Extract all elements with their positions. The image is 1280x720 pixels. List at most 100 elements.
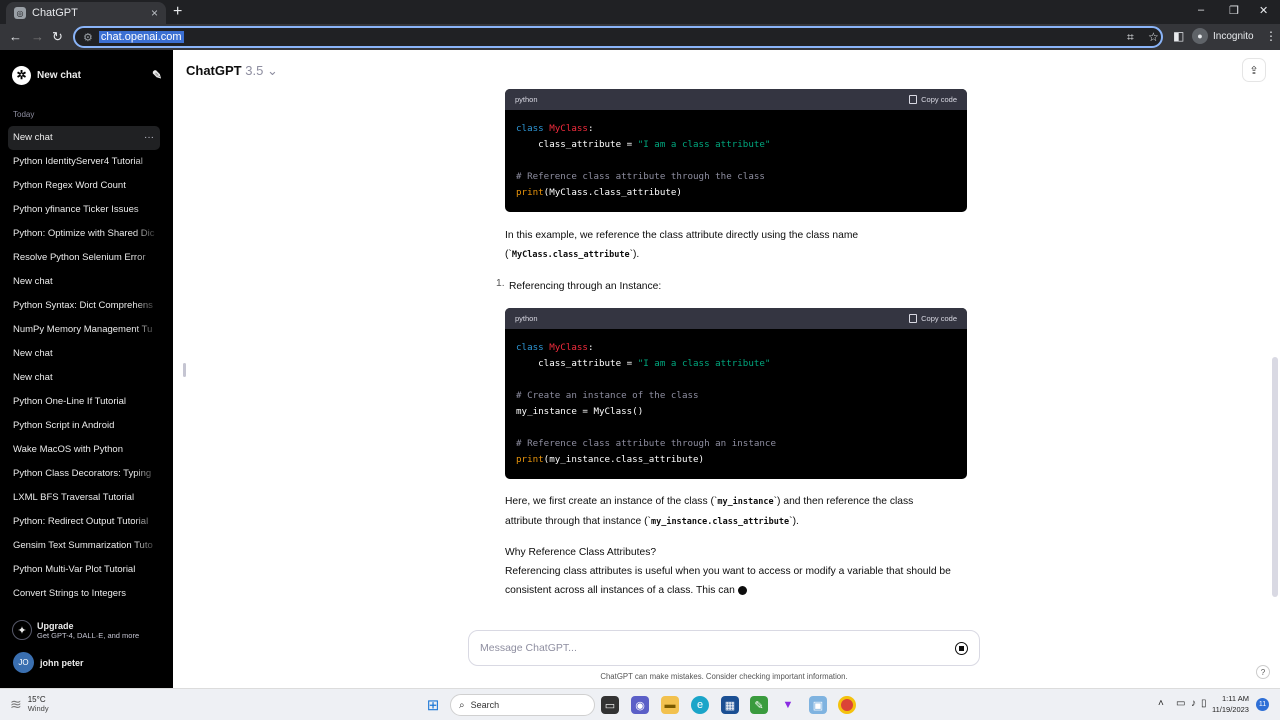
text-fade <box>134 462 160 486</box>
message-input[interactable]: Message ChatGPT... <box>468 630 980 666</box>
model-selector[interactable]: ChatGPT 3.5 ⌄ <box>186 63 278 79</box>
new-chat-button[interactable]: ✲ New chat ✎ <box>12 65 162 85</box>
chatgpt-favicon-icon: ◎ <box>14 7 26 19</box>
sidebar-chat-item[interactable]: Python Syntax: Dict Comprehens <box>8 294 160 318</box>
share-icon: ⇪ <box>1249 64 1259 77</box>
windows-start-icon[interactable]: ⊞ <box>424 696 442 714</box>
notification-badge[interactable]: 11 <box>1256 698 1269 711</box>
taskbar-search[interactable]: ⌕ Search <box>450 694 595 716</box>
weather-widget[interactable]: ≋ 15°C Windy <box>10 695 49 713</box>
sidebar-chat-item[interactable]: Python Script in Android <box>8 414 160 438</box>
photos-icon[interactable]: ▣ <box>809 696 827 714</box>
copy-icon <box>909 314 918 323</box>
code-language: python <box>515 314 538 323</box>
sidebar-chat-title: Python IdentityServer4 Tutorial <box>13 156 143 167</box>
back-icon[interactable]: ← <box>9 29 22 44</box>
battery-icon[interactable]: ▯ <box>1201 698 1207 709</box>
store-icon[interactable]: ▦ <box>721 696 739 714</box>
disclaimer: ChatGPT can make mistakes. Consider chec… <box>600 672 848 681</box>
bookmark-star-icon[interactable]: ☆ <box>1148 30 1159 44</box>
text-fade <box>134 318 160 342</box>
window-close-icon[interactable]: ✕ <box>1259 4 1268 17</box>
code-content: class MyClass: class_attribute = "I am a… <box>516 342 776 465</box>
today-heading: Today <box>13 110 35 119</box>
reload-icon[interactable]: ↻ <box>52 29 63 45</box>
system-clock[interactable]: 1:11 AM 11/19/2023 <box>1212 693 1249 715</box>
clock-date: 11/19/2023 <box>1212 705 1249 714</box>
minimize-icon[interactable]: – <box>1198 4 1204 16</box>
copy-code-button[interactable]: Copy code <box>909 314 957 323</box>
list-item: Referencing through an Instance: <box>509 281 662 292</box>
scrollbar[interactable] <box>1272 357 1278 597</box>
sidebar-chat-item[interactable]: New chat <box>8 342 160 366</box>
search-label: Search <box>470 700 500 710</box>
user-menu[interactable]: JO john peter <box>13 652 84 673</box>
share-button[interactable]: ⇪ <box>1242 58 1266 82</box>
text: `) and then reference the class <box>773 496 914 507</box>
side-panel-icon[interactable]: ◧ <box>1173 29 1184 43</box>
url-text[interactable]: chat.openai.com <box>98 31 184 43</box>
sidebar-chat-title: Python Regex Word Count <box>13 180 126 191</box>
qr-icon[interactable]: ⌗ <box>1127 30 1134 45</box>
sidebar-collapse-handle[interactable] <box>183 363 186 377</box>
file-explorer-icon[interactable]: ▬ <box>661 696 679 714</box>
stop-icon <box>959 645 964 651</box>
sidebar-chat-item[interactable]: Python Multi-Var Plot Tutorial <box>8 558 160 582</box>
task-view-icon[interactable]: ▭ <box>601 696 619 714</box>
browser-menu-icon[interactable]: ⋮ <box>1265 29 1277 43</box>
text-fade <box>134 174 160 198</box>
network-icon[interactable]: ▭ <box>1176 698 1185 709</box>
upgrade-button[interactable]: ✦ Upgrade Get GPT-4, DALL·E, and more <box>12 620 139 640</box>
restore-icon[interactable]: ❐ <box>1229 4 1239 17</box>
sidebar-chat-item[interactable]: NumPy Memory Management Tu <box>8 318 160 342</box>
sidebar-chat-item[interactable]: Python: Optimize with Shared Dic <box>8 222 160 246</box>
text-fade <box>134 414 160 438</box>
tray-chevron-up-icon[interactable]: ˄ <box>1158 698 1164 709</box>
chrome-icon[interactable] <box>838 696 856 714</box>
sidebar-chat-title: Wake MacOS with Python <box>13 444 123 455</box>
sidebar-chat-item[interactable]: Wake MacOS with Python <box>8 438 160 462</box>
text-fade <box>134 342 160 366</box>
stop-generating-button[interactable] <box>955 641 968 655</box>
sidebar-chat-item[interactable]: New chat <box>8 366 160 390</box>
tab-close-icon[interactable]: × <box>151 6 158 20</box>
tab-title: ChatGPT <box>32 7 78 19</box>
chat-app-icon[interactable]: ◉ <box>631 696 649 714</box>
sidebar-chat-item[interactable]: Python IdentityServer4 Tutorial <box>8 150 160 174</box>
inline-code: my_instance.class_attribute <box>650 517 790 527</box>
copy-code-button[interactable]: Copy code <box>909 95 957 104</box>
new-chat-label: New chat <box>37 69 81 81</box>
app-icon[interactable]: ▼ <box>779 696 797 714</box>
weather-condition: Windy <box>27 704 49 713</box>
new-tab-button[interactable]: + <box>173 3 182 21</box>
address-bar[interactable]: ⚙ chat.openai.com ⌗ ☆ <box>73 26 1163 48</box>
browser-tab[interactable]: ◎ ChatGPT × <box>6 2 166 24</box>
sidebar-chat-title: Python yfinance Ticker Issues <box>13 204 139 215</box>
sidebar-chat-item[interactable]: Python: Redirect Output Tutorial <box>8 510 160 534</box>
edit-icon[interactable]: ✎ <box>152 68 162 82</box>
site-info-icon[interactable]: ⚙ <box>83 31 93 44</box>
more-options-icon[interactable]: ··· <box>144 126 154 150</box>
openai-logo-icon: ✲ <box>12 65 31 85</box>
edge-browser-icon[interactable]: e <box>691 696 709 714</box>
sidebar-chat-item[interactable]: LXML BFS Traversal Tutorial <box>8 486 160 510</box>
forward-icon[interactable]: → <box>31 29 44 44</box>
streaming-cursor <box>737 585 747 595</box>
chevron-down-icon: ⌄ <box>266 63 278 78</box>
sidebar-chat-item[interactable]: Gensim Text Summarization Tuto <box>8 534 160 558</box>
sidebar-chat-title: Python Script in Android <box>13 420 115 431</box>
sidebar-chat-item[interactable]: Convert Strings to Integers <box>8 582 160 606</box>
sidebar-chat-item[interactable]: Python yfinance Ticker Issues <box>8 198 160 222</box>
sidebar-chat-item[interactable]: Python Class Decorators: Typing <box>8 462 160 486</box>
volume-icon[interactable]: ♪ <box>1191 698 1196 709</box>
text-fade <box>134 150 160 174</box>
sidebar-chat-item[interactable]: Resolve Python Selenium Error <box>8 246 160 270</box>
help-button[interactable]: ? <box>1256 665 1270 679</box>
notes-app-icon[interactable]: ✎ <box>750 696 768 714</box>
sidebar-chat-item[interactable]: New chat <box>8 270 160 294</box>
chat-history-list: New chat ··· Python IdentityServer4 Tutori… <box>8 126 160 606</box>
sidebar-chat-item[interactable]: New chat ··· <box>8 126 160 150</box>
incognito-indicator[interactable]: ● Incognito <box>1192 28 1254 44</box>
sidebar-chat-item[interactable]: Python One-Line If Tutorial <box>8 390 160 414</box>
sidebar-chat-item[interactable]: Python Regex Word Count <box>8 174 160 198</box>
